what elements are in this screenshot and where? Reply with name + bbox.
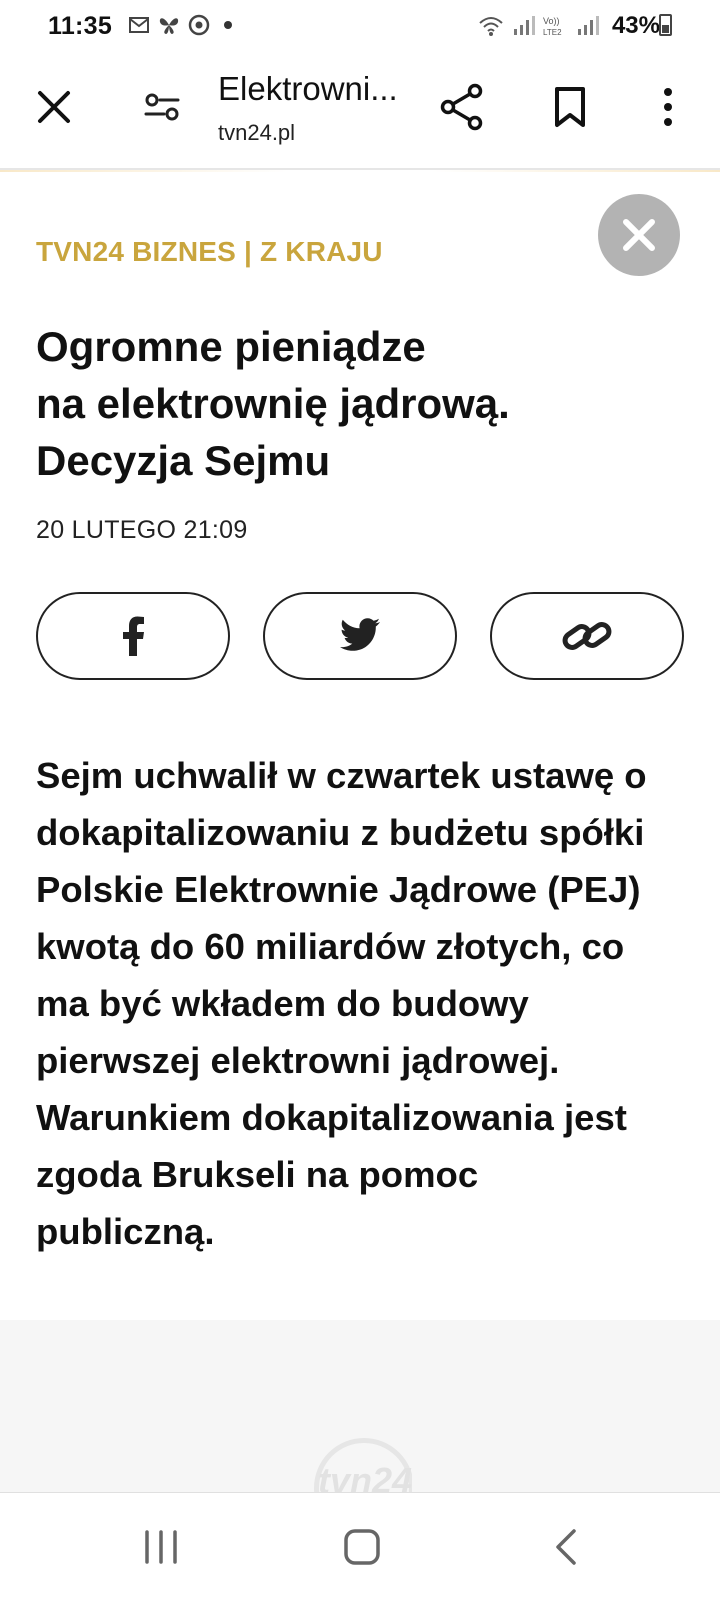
- share-facebook-button[interactable]: [36, 592, 230, 680]
- svg-text:LTE2: LTE2: [543, 28, 562, 37]
- lead-line: pierwszej elektrowni jądrowej.: [36, 1040, 560, 1081]
- toolbar-divider: [0, 170, 720, 172]
- bookmark-icon: [555, 87, 585, 127]
- lead-line: publiczną.: [36, 1211, 215, 1252]
- signal-icon: [510, 13, 536, 39]
- status-icons-right: Vo)) LTE2 43%: [478, 12, 660, 40]
- more-icon: [664, 88, 672, 126]
- lead-line: Sejm uchwalił w czwartek ustawę o: [36, 755, 647, 796]
- close-icon: [623, 219, 655, 251]
- facebook-icon: [123, 616, 144, 656]
- article-headline: Ogromne pieniądze na elektrownię jądrową…: [36, 318, 656, 489]
- system-navigation-bar: [0, 1492, 720, 1600]
- bookmark-button[interactable]: [540, 77, 600, 137]
- article-lead: Sejm uchwalił w czwartek ustawę o dokapi…: [36, 747, 696, 1260]
- svg-text:Vo)): Vo)): [543, 16, 560, 26]
- chrome-icon: [188, 14, 210, 36]
- mail-icon: [128, 14, 150, 36]
- dot-icon: [224, 21, 232, 29]
- battery-percent: 43%: [611, 12, 660, 39]
- lead-line: Polskie Elektrownie Jądrowe (PEJ): [36, 869, 641, 910]
- wifi-icon: [478, 13, 504, 39]
- status-bar: 11:35 Vo)) LTE2 43%: [0, 0, 720, 52]
- link-icon: [562, 622, 612, 650]
- back-icon: [556, 1529, 576, 1565]
- lead-line: kwotą do 60 miliardów złotych, co: [36, 926, 625, 967]
- recents-icon: [145, 1530, 177, 1564]
- lead-line: dokapitalizowaniu z budżetu spółki: [36, 812, 645, 853]
- copy-link-button[interactable]: [490, 592, 684, 680]
- share-icon: [440, 83, 483, 131]
- butterfly-icon: [158, 14, 180, 36]
- signal-icon: [574, 13, 600, 39]
- page-title: Elektrowni...: [218, 70, 398, 107]
- share-button[interactable]: [432, 77, 492, 137]
- battery-icon: [659, 14, 672, 36]
- headline-line: Ogromne pieniądze: [36, 323, 426, 370]
- home-icon: [344, 1529, 380, 1565]
- watermark-text: tvn24: [318, 1460, 412, 1492]
- share-buttons-row: [36, 592, 684, 680]
- custom-tab-toolbar: Elektrowni... tvn24.pl: [0, 52, 720, 170]
- share-twitter-button[interactable]: [263, 592, 457, 680]
- more-options-button[interactable]: [638, 77, 698, 137]
- status-time: 11:35: [48, 12, 113, 40]
- back-button[interactable]: [536, 1517, 596, 1577]
- lead-line: Warunkiem dokapitalizowania jest: [36, 1097, 627, 1138]
- site-settings-button[interactable]: [132, 77, 192, 137]
- media-placeholder: tvn24: [0, 1320, 720, 1492]
- tvn24-logo-watermark: tvn24: [308, 1432, 412, 1492]
- page-url: tvn24.pl: [218, 120, 296, 145]
- headline-line: na elektrownię jądrową.: [36, 380, 510, 427]
- headline-line: Decyzja Sejmu: [36, 437, 331, 484]
- article-date: 20 LUTEGO 21:09: [36, 516, 248, 544]
- article-category[interactable]: TVN24 BIZNES | Z KRAJU: [36, 236, 383, 268]
- lead-line: zgoda Brukseli na pomoc: [36, 1154, 479, 1195]
- close-overlay-button[interactable]: [598, 194, 680, 276]
- close-tab-button[interactable]: [24, 77, 84, 137]
- status-icons-left: [128, 14, 232, 36]
- home-button[interactable]: [332, 1517, 392, 1577]
- lead-line: ma być wkładem do budowy: [36, 983, 529, 1024]
- recents-button[interactable]: [131, 1517, 191, 1577]
- twitter-icon: [340, 618, 380, 651]
- volte-icon: Vo)) LTE2: [542, 13, 568, 39]
- settings-icon: [144, 93, 180, 121]
- close-icon: [38, 91, 70, 123]
